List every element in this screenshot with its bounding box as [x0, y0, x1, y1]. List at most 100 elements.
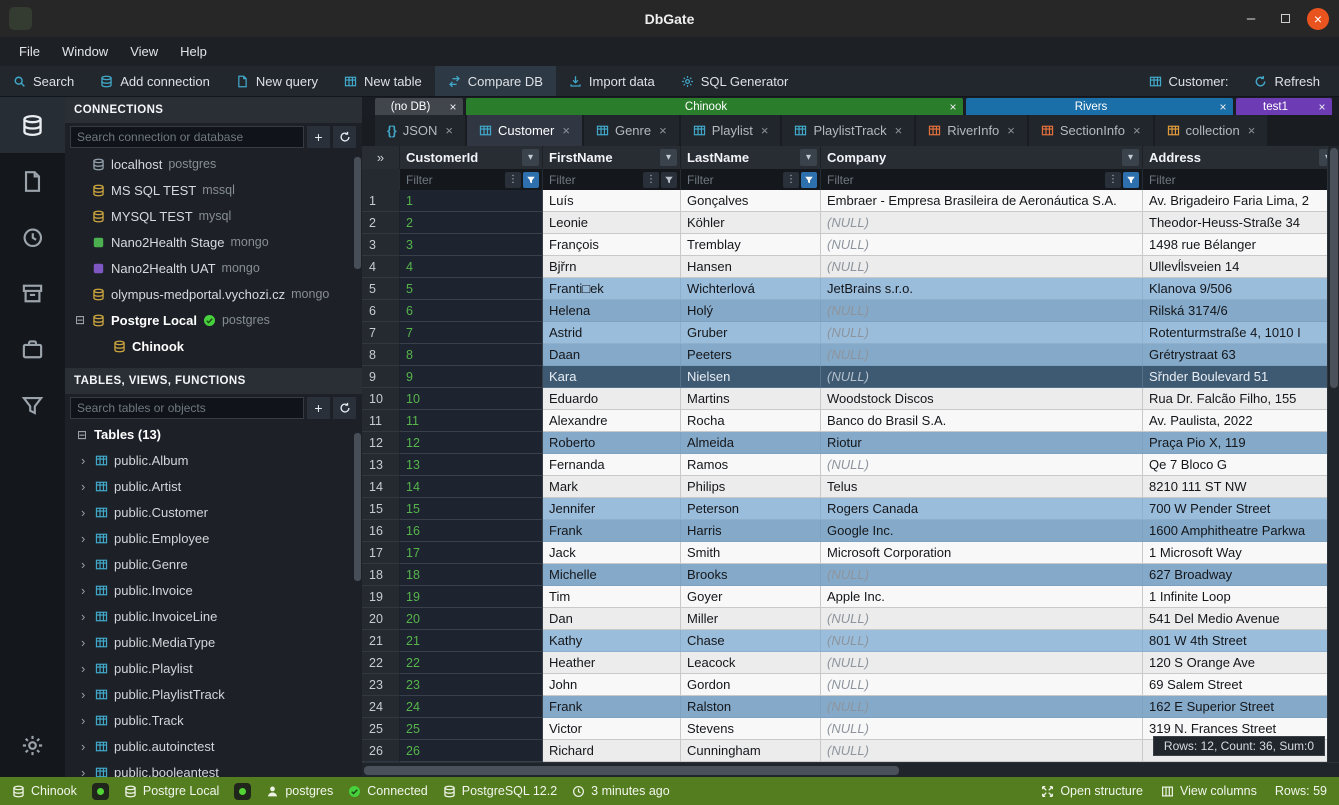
cell-firstname[interactable]: Mark	[543, 476, 681, 498]
cell-address[interactable]: 1 Microsoft Way	[1143, 542, 1339, 564]
row-number[interactable]: 17	[362, 542, 400, 564]
row-number[interactable]: 8	[362, 344, 400, 366]
cell-company[interactable]: (NULL)	[821, 564, 1143, 586]
horizontal-scrollbar[interactable]	[362, 762, 1339, 777]
statusbar-item[interactable]: View columns	[1161, 784, 1257, 798]
cell-firstname[interactable]: Heather	[543, 652, 681, 674]
cell-firstname[interactable]: Jack	[543, 542, 681, 564]
cell-lastname[interactable]: Gonçalves	[681, 190, 821, 212]
panel-scrollbar[interactable]	[354, 157, 361, 269]
connection-item[interactable]: MS SQL TEST mssql	[65, 177, 362, 203]
cell-firstname[interactable]: Bjřrn	[543, 256, 681, 278]
cell-firstname[interactable]: Kara	[543, 366, 681, 388]
row-number[interactable]: 1	[362, 190, 400, 212]
toolbar-button[interactable]: New table	[331, 66, 435, 96]
table-row[interactable]: 20 20 Dan Miller (NULL) 541 Del Medio Av…	[362, 608, 1339, 630]
cell-firstname[interactable]: Helena	[543, 300, 681, 322]
row-number[interactable]: 16	[362, 520, 400, 542]
cell-lastname[interactable]: Chase	[681, 630, 821, 652]
statusbar-item[interactable]: postgres	[266, 784, 333, 798]
table-row[interactable]: 19 19 Tim Goyer Apple Inc. 1 Infinite Lo…	[362, 586, 1339, 608]
close-icon[interactable]: ×	[946, 100, 960, 114]
statusbar-item[interactable]: Connected	[348, 784, 427, 798]
collapse-icon[interactable]: ⊟	[77, 428, 87, 442]
table-row[interactable]: 24 24 Frank Ralston (NULL) 162 E Superio…	[362, 696, 1339, 718]
cell-lastname[interactable]: Cunningham	[681, 740, 821, 762]
sidebar-icon-filter[interactable]	[0, 377, 65, 433]
row-number[interactable]: 4	[362, 256, 400, 278]
tab[interactable]: collection ×	[1155, 115, 1268, 146]
database-group-tab[interactable]: Chinook ×	[466, 98, 963, 115]
cell-address[interactable]: Av. Brigadeiro Faria Lima, 2	[1143, 190, 1339, 212]
cell-customerid[interactable]: 18	[400, 564, 543, 586]
cell-lastname[interactable]: Stevens	[681, 718, 821, 740]
close-icon[interactable]: ×	[659, 123, 667, 138]
cell-customerid[interactable]: 14	[400, 476, 543, 498]
sidebar-icon-history[interactable]	[0, 209, 65, 265]
cell-lastname[interactable]: Peterson	[681, 498, 821, 520]
cell-lastname[interactable]: Gordon	[681, 674, 821, 696]
filter-input-company[interactable]	[821, 173, 1103, 187]
table-row[interactable]: 2 2 Leonie Köhler (NULL) Theodor-Heuss-S…	[362, 212, 1339, 234]
cell-address[interactable]: 541 Del Medio Avenue	[1143, 608, 1339, 630]
cell-address[interactable]: Theodor-Heuss-Straße 34	[1143, 212, 1339, 234]
table-row[interactable]: 18 18 Michelle Brooks (NULL) 627 Broadwa…	[362, 564, 1339, 586]
menu-item[interactable]: Help	[169, 40, 218, 63]
cell-company[interactable]: (NULL)	[821, 322, 1143, 344]
table-row[interactable]: 23 23 John Gordon (NULL) 69 Salem Street	[362, 674, 1339, 696]
row-number[interactable]: 26	[362, 740, 400, 762]
collapse-icon[interactable]: ⊟	[75, 313, 86, 327]
close-icon[interactable]: ×	[1133, 123, 1141, 138]
cell-address[interactable]: 1498 rue Bélanger	[1143, 234, 1339, 256]
cell-lastname[interactable]: Goyer	[681, 586, 821, 608]
cell-customerid[interactable]: 22	[400, 652, 543, 674]
cell-firstname[interactable]: Franti□ek	[543, 278, 681, 300]
tab[interactable]: {} JSON ×	[375, 115, 465, 146]
cell-firstname[interactable]: Daan	[543, 344, 681, 366]
connection-item[interactable]: ⊟ Postgre Local postgres	[65, 307, 362, 333]
cell-customerid[interactable]: 12	[400, 432, 543, 454]
cell-company[interactable]: (NULL)	[821, 608, 1143, 630]
filter-menu-icon[interactable]: ⋮	[783, 172, 799, 188]
cell-customerid[interactable]: 17	[400, 542, 543, 564]
cell-firstname[interactable]: Jennifer	[543, 498, 681, 520]
database-group-tab[interactable]: test1 ×	[1236, 98, 1332, 115]
cell-company[interactable]: (NULL)	[821, 740, 1143, 762]
close-icon[interactable]: ×	[1007, 123, 1015, 138]
cell-customerid[interactable]: 25	[400, 718, 543, 740]
table-row[interactable]: 3 3 François Tremblay (NULL) 1498 rue Bé…	[362, 234, 1339, 256]
table-row[interactable]: 7 7 Astrid Gruber (NULL) Rotenturmstraße…	[362, 322, 1339, 344]
cell-firstname[interactable]: Victor	[543, 718, 681, 740]
statusbar-item[interactable]: 3 minutes ago	[572, 784, 670, 798]
chevron-right-icon[interactable]: ›	[81, 739, 89, 754]
table-item[interactable]: › public.MediaType	[65, 629, 362, 655]
tab[interactable]: Customer ×	[467, 115, 582, 146]
table-row[interactable]: 9 9 Kara Nielsen (NULL) Sřnder Boulevard…	[362, 366, 1339, 388]
connections-search-input[interactable]	[70, 126, 304, 148]
chevron-right-icon[interactable]: ›	[81, 609, 89, 624]
cell-address[interactable]: Av. Paulista, 2022	[1143, 410, 1339, 432]
row-number[interactable]: 14	[362, 476, 400, 498]
cell-firstname[interactable]: Richard	[543, 740, 681, 762]
cell-company[interactable]: Banco do Brasil S.A.	[821, 410, 1143, 432]
add-table-button[interactable]: +	[307, 397, 330, 419]
cell-company[interactable]: (NULL)	[821, 212, 1143, 234]
cell-address[interactable]: Klanova 9/506	[1143, 278, 1339, 300]
refresh-connections-button[interactable]	[333, 126, 356, 148]
cell-customerid[interactable]: 21	[400, 630, 543, 652]
cell-firstname[interactable]: Astrid	[543, 322, 681, 344]
cell-company[interactable]: (NULL)	[821, 718, 1143, 740]
table-row[interactable]: 12 12 Roberto Almeida Riotur Praça Pio X…	[362, 432, 1339, 454]
cell-address[interactable]: 1 Infinite Loop	[1143, 586, 1339, 608]
cell-lastname[interactable]: Peeters	[681, 344, 821, 366]
table-row[interactable]: 17 17 Jack Smith Microsoft Corporation 1…	[362, 542, 1339, 564]
minimize[interactable]: –	[1239, 7, 1263, 31]
row-number[interactable]: 13	[362, 454, 400, 476]
table-item[interactable]: › public.Playlist	[65, 655, 362, 681]
database-group-tab[interactable]: Rivers ×	[966, 98, 1233, 115]
row-number[interactable]: 2	[362, 212, 400, 234]
cell-customerid[interactable]: 13	[400, 454, 543, 476]
cell-address[interactable]: 700 W Pender Street	[1143, 498, 1339, 520]
table-row[interactable]: 1 1 Luís Gonçalves Embraer - Empresa Bra…	[362, 190, 1339, 212]
cell-address[interactable]: Rilská 3174/6	[1143, 300, 1339, 322]
